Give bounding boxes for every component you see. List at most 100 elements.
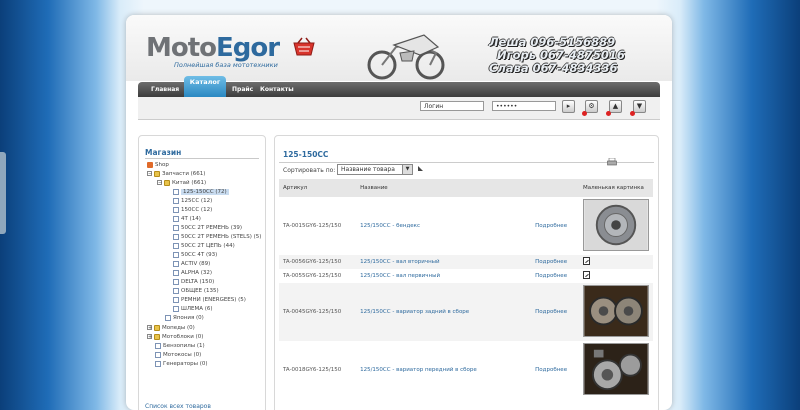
tree-item-parts[interactable]: − Запчасти (661) (147, 170, 205, 178)
nav-item-price[interactable]: Прайс (232, 86, 253, 93)
tree-item-activ[interactable]: ACTIV (89) (173, 260, 210, 268)
sku-cell: TA-0015GY6-125/150 (283, 223, 342, 229)
nav-item-home[interactable]: Главная (151, 86, 179, 93)
details-link[interactable]: Подробнее (531, 255, 579, 269)
doc-icon (155, 351, 161, 358)
tree-item-shop[interactable]: Shop (147, 161, 169, 169)
collapse-icon[interactable]: − (147, 171, 152, 177)
sort-label: Сортировать по: (283, 167, 336, 174)
login-submit-button[interactable]: ▸ (562, 100, 575, 113)
main-nav: Главная Каталог Прайс Контакты (138, 76, 660, 97)
login-input[interactable]: Логин (420, 101, 484, 111)
sku-cell: TA-0056GY6-125/150 (279, 255, 357, 269)
doc-icon (173, 188, 179, 195)
nav-item-contacts[interactable]: Контакты (260, 86, 294, 93)
sidebar-divider (145, 158, 259, 159)
sort-select[interactable]: Название товара ▼ (337, 164, 413, 175)
tree-item-50cc-4t[interactable]: 50CC 4T (93) (173, 251, 217, 259)
tree-item-50cc-2t-belt[interactable]: 50CC 2T РЕМЕНЬ (39) (173, 224, 242, 232)
tree-item-helmets[interactable]: ШЛЕМА (6) (173, 305, 213, 313)
table-row: TA-0056GY6-125/150 125/150CC - вал втори… (279, 255, 653, 269)
register-badge-icon (606, 111, 611, 116)
sku-cell: TA-0055GY6-125/150 (283, 273, 342, 279)
tree-item-japan[interactable]: Япония (0) (165, 314, 204, 322)
folder-icon (154, 324, 160, 331)
settings-button[interactable]: ⚙ (585, 100, 598, 113)
tree-item-125cc[interactable]: 125CC (12) (173, 197, 212, 205)
details-link[interactable]: Подробнее (531, 269, 579, 283)
tree-item-generators[interactable]: Генераторы (0) (155, 360, 208, 368)
collapse-icon[interactable]: − (157, 180, 162, 186)
details-link[interactable]: Подробнее (531, 341, 579, 399)
doc-icon (155, 342, 161, 349)
tree-item-china[interactable]: − Китай (661) (157, 179, 206, 187)
thumb-cell (579, 341, 653, 399)
tree-item-alpha[interactable]: ALPHA (32) (173, 269, 212, 277)
download-icon: ▼ (636, 102, 643, 110)
thumb-cell (579, 255, 653, 269)
all-products-link[interactable]: Список всех товаров (145, 403, 211, 410)
tree-item-50cc-2t-chain[interactable]: 50CC 2T ЦЕПЬ (44) (173, 242, 235, 250)
site-header: MotoEgor Полнейшая база мототехники Леша… (126, 15, 672, 81)
details-link[interactable]: Подробнее (531, 197, 579, 255)
thumb-cell (579, 269, 653, 283)
doc-icon (173, 260, 179, 267)
table-header: Артикул Название Маленькая картинка (279, 179, 653, 197)
variator-photo[interactable] (583, 343, 649, 395)
tree-item-belts[interactable]: РЕМНИ (ENERGEES) (5) (173, 296, 246, 304)
category-title: 125-150CC (283, 150, 329, 159)
clutch-photo[interactable] (583, 285, 649, 337)
tree-item-general[interactable]: ОБЩЕЕ (135) (173, 287, 219, 295)
cart-badge-icon (630, 111, 635, 116)
details-link[interactable]: Подробнее (531, 283, 579, 341)
doc-icon (173, 233, 179, 240)
doc-icon (173, 269, 179, 276)
gear-icon: ⚙ (588, 102, 595, 110)
page-container: MotoEgor Полнейшая база мототехники Леша… (126, 15, 672, 410)
tree-item-50cc-2t-belt-stels[interactable]: 50CC 2T РЕМЕНЬ (STELS) (5) (173, 233, 261, 241)
folder-icon (164, 179, 170, 186)
product-name-link[interactable]: 125/150CC - вал первичный (356, 269, 531, 283)
gear-photo[interactable] (583, 199, 649, 251)
product-name-link[interactable]: 125/150CC - вариатор передний в сборе (356, 341, 531, 399)
folder-icon (154, 170, 160, 177)
tree-item-125-150cc[interactable]: 125-150CC (72) (173, 188, 229, 196)
doc-icon (173, 278, 179, 285)
tree-item-mopeds[interactable]: + Мопеды (0) (147, 324, 195, 332)
doc-icon (155, 360, 161, 367)
thumb-cell (579, 283, 653, 341)
password-input[interactable]: •••••• (492, 101, 556, 111)
side-scroll-tab[interactable] (0, 152, 6, 234)
doc-icon (173, 251, 179, 258)
no-image-icon (583, 257, 590, 265)
table-row: TA-0018GY6-125/150 125/150CC - вариатор … (279, 341, 653, 399)
tree-item-150cc[interactable]: 150CC (12) (173, 206, 212, 214)
doc-icon (173, 296, 179, 303)
product-name-link[interactable]: 125/150CC - вал вторичный (356, 255, 532, 269)
title-divider (279, 162, 654, 163)
doc-icon (165, 314, 171, 321)
basket-icon (293, 37, 315, 56)
tree-item-4t[interactable]: 4T (14) (173, 215, 201, 223)
site-logo[interactable]: MotoEgor (146, 33, 280, 63)
register-button[interactable]: ▲ (609, 100, 622, 113)
cart-button[interactable]: ▼ (633, 100, 646, 113)
nav-item-catalog[interactable]: Каталог (184, 76, 226, 97)
doc-icon (173, 197, 179, 204)
phone-list: Леша 096-5156889 Игорь 067-4875016 Слава… (489, 36, 625, 75)
table-row: TA-0045GY6-125/150 125/150CC - вариатор … (279, 283, 653, 341)
sidebar-title: Магазин (145, 148, 182, 157)
doc-icon (173, 206, 179, 213)
expand-icon[interactable]: + (147, 325, 152, 331)
printer-icon[interactable] (607, 158, 617, 166)
product-name-link[interactable]: 125/150CC - вариатор задний в сборе (356, 283, 532, 341)
product-name-link[interactable]: 125/150CC - бендекс (356, 197, 531, 255)
login-bar: Логин •••••• ▸ ⚙ ▲ ▼ (138, 97, 660, 120)
tree-item-motoblocks[interactable]: + Мотоблоки (0) (147, 333, 203, 341)
tree-item-trimmers[interactable]: Мотокосы (0) (155, 351, 201, 359)
tree-item-delta[interactable]: DELTA (150) (173, 278, 214, 286)
doc-icon (173, 224, 179, 231)
sort-direction-icon[interactable] (417, 165, 424, 172)
tree-item-chainsaws[interactable]: Бензопилы (1) (155, 342, 205, 350)
expand-icon[interactable]: + (147, 334, 152, 340)
